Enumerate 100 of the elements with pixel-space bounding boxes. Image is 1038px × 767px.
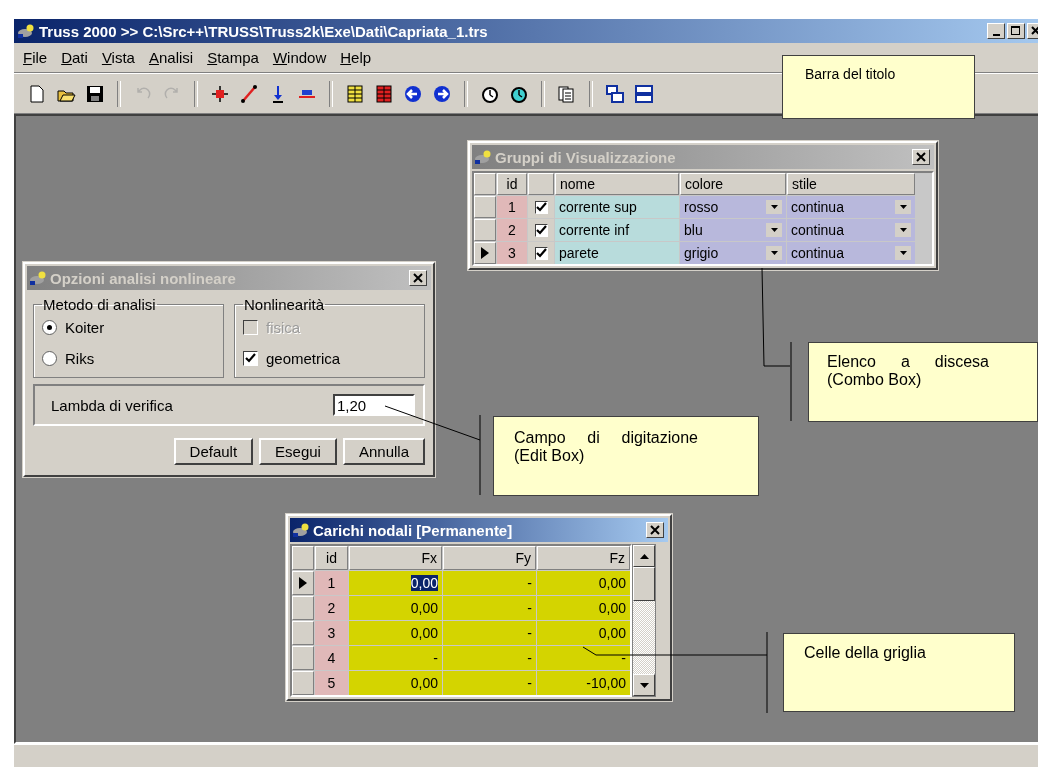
table-icon bbox=[345, 84, 365, 104]
checkbox-option[interactable]: geometrica bbox=[243, 350, 416, 367]
table-cell[interactable]: - bbox=[443, 671, 536, 695]
row-pointer-icon bbox=[299, 577, 307, 589]
radio-button[interactable] bbox=[42, 320, 57, 335]
field-label: Lambda di verifica bbox=[51, 396, 173, 414]
combo-box[interactable]: continua bbox=[787, 219, 915, 241]
radio-option[interactable]: Riks bbox=[42, 350, 215, 367]
table-cell[interactable]: 0,00 bbox=[537, 621, 630, 645]
minimize-icon bbox=[992, 33, 1000, 36]
row-indicator[interactable] bbox=[474, 242, 496, 264]
table-cell[interactable]: 0,00 bbox=[349, 596, 442, 620]
dialog-button[interactable]: Annulla bbox=[342, 438, 425, 465]
menu-item[interactable]: File bbox=[18, 47, 53, 68]
menu-item[interactable]: Analisi bbox=[143, 47, 199, 68]
table-cell[interactable]: corrente sup bbox=[555, 196, 679, 218]
table-cell: 1 bbox=[315, 571, 348, 595]
callout-note: Campo di digitazione (Edit Box) bbox=[493, 416, 759, 496]
close-button[interactable] bbox=[646, 522, 664, 538]
radio-option[interactable]: Koiter bbox=[42, 319, 215, 336]
table-cell[interactable]: - bbox=[443, 596, 536, 620]
menu-item[interactable]: Help bbox=[335, 47, 377, 68]
table-cell[interactable]: 0,00 bbox=[349, 571, 442, 595]
table-cell[interactable]: 0,00 bbox=[537, 596, 630, 620]
down-arrow-icon bbox=[639, 682, 649, 688]
table-cell: 2 bbox=[497, 219, 527, 241]
minimize-button[interactable] bbox=[987, 23, 1005, 39]
scroll-up-button[interactable] bbox=[633, 545, 655, 567]
app-icon bbox=[17, 23, 35, 39]
window-title: Gruppi di Visualizzazione bbox=[495, 148, 677, 166]
cascade-windows-icon bbox=[605, 84, 625, 104]
combo-box[interactable]: continua bbox=[787, 196, 915, 218]
app-icon bbox=[474, 149, 492, 165]
checkbox[interactable] bbox=[534, 200, 548, 214]
column-header[interactable]: Fz bbox=[537, 546, 630, 570]
group-label: Nonlinearità bbox=[243, 296, 326, 313]
table-cell: 3 bbox=[315, 621, 348, 645]
stopwatch-icon bbox=[509, 84, 529, 104]
table-cell[interactable]: parete bbox=[555, 242, 679, 264]
table-cell: 5 bbox=[315, 671, 348, 695]
callout-note: Barra del titolo bbox=[782, 55, 975, 119]
table-icon bbox=[374, 84, 394, 104]
checkbox[interactable] bbox=[534, 246, 548, 260]
callout-note: Elenco a discesa (Combo Box) bbox=[808, 342, 1038, 422]
tile-windows-icon bbox=[634, 84, 654, 104]
menu-item[interactable]: Dati bbox=[56, 47, 93, 68]
menu-item[interactable]: Vista bbox=[96, 47, 140, 68]
table-cell: 1 bbox=[497, 196, 527, 218]
vertical-scrollbar[interactable] bbox=[632, 544, 656, 697]
row-pointer-icon bbox=[481, 247, 489, 259]
menu-item[interactable]: Stampa bbox=[202, 47, 264, 68]
radio-button[interactable] bbox=[42, 351, 57, 366]
scroll-thumb[interactable] bbox=[633, 567, 655, 601]
table-cell[interactable]: 0,00 bbox=[349, 671, 442, 695]
column-header[interactable]: Fy bbox=[443, 546, 536, 570]
column-header[interactable]: nome bbox=[555, 173, 679, 195]
group-label: Metodo di analisi bbox=[42, 296, 157, 313]
maximize-button[interactable] bbox=[1007, 23, 1025, 39]
combo-box[interactable]: grigio bbox=[680, 242, 786, 264]
close-button[interactable] bbox=[409, 270, 427, 286]
column-header[interactable]: id bbox=[497, 173, 527, 195]
documents-icon bbox=[557, 84, 577, 104]
line-icon bbox=[239, 84, 259, 104]
table-cell[interactable]: - bbox=[443, 646, 536, 670]
combo-box[interactable]: rosso bbox=[680, 196, 786, 218]
table-cell[interactable]: - bbox=[349, 646, 442, 670]
table-cell[interactable]: 0,00 bbox=[349, 621, 442, 645]
table-cell: 3 bbox=[497, 242, 527, 264]
checkbox[interactable] bbox=[534, 223, 548, 237]
callout-note: Celle della griglia bbox=[783, 633, 1015, 712]
column-header[interactable]: Fx bbox=[349, 546, 442, 570]
column-header[interactable]: colore bbox=[680, 173, 786, 195]
table-cell[interactable]: corrente inf bbox=[555, 219, 679, 241]
row-indicator[interactable] bbox=[292, 571, 314, 595]
table-cell[interactable]: -10,00 bbox=[537, 671, 630, 695]
scroll-down-button[interactable] bbox=[633, 674, 655, 696]
close-icon bbox=[1031, 26, 1038, 36]
close-button[interactable] bbox=[912, 149, 930, 165]
checkbox[interactable] bbox=[243, 351, 258, 366]
crosshair-icon bbox=[210, 84, 230, 104]
maximize-icon bbox=[1011, 26, 1021, 36]
menu-item[interactable]: Window bbox=[267, 47, 332, 68]
table-cell[interactable]: - bbox=[443, 571, 536, 595]
combo-box[interactable]: continua bbox=[787, 242, 915, 264]
new-document-icon bbox=[27, 84, 47, 104]
column-header[interactable]: id bbox=[315, 546, 348, 570]
stopwatch-icon bbox=[480, 84, 500, 104]
column-header[interactable]: stile bbox=[787, 173, 915, 195]
table-cell: 2 bbox=[315, 596, 348, 620]
app-icon bbox=[292, 522, 310, 538]
dialog-button[interactable]: Esegui bbox=[259, 438, 337, 465]
dialog-button[interactable]: Default bbox=[173, 438, 254, 465]
combo-box[interactable]: blu bbox=[680, 219, 786, 241]
table-cell[interactable]: - bbox=[537, 646, 630, 670]
input-field[interactable]: 1,20 bbox=[333, 394, 415, 416]
window-title: Opzioni analisi nonlineare bbox=[50, 269, 237, 287]
table-cell[interactable]: 0,00 bbox=[537, 571, 630, 595]
table-cell: 4 bbox=[315, 646, 348, 670]
table-cell[interactable]: - bbox=[443, 621, 536, 645]
window-title: Truss 2000 >> C:\Src++\TRUSS\Truss2k\Exe\Dati\Capriata_1.trs bbox=[39, 22, 489, 40]
